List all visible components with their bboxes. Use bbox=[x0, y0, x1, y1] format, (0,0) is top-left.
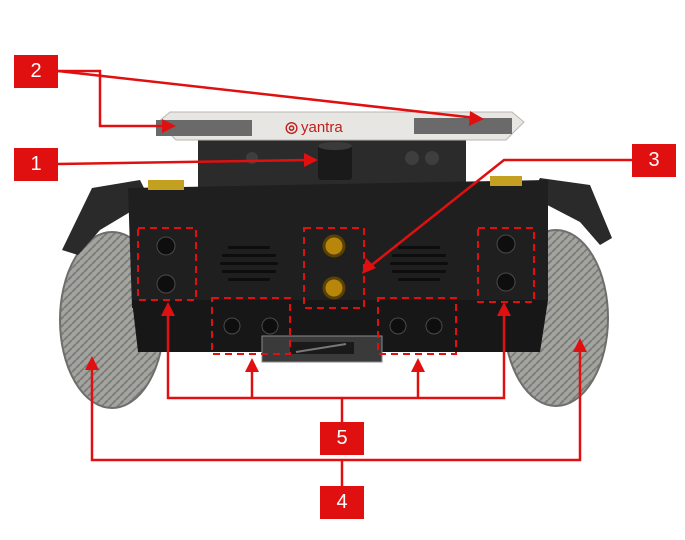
brand-logo: ◎ bbox=[285, 119, 298, 136]
robot-illustration: ◎ yantra bbox=[57, 69, 632, 486]
callout-1: 1 bbox=[14, 148, 58, 181]
callout-3: 3 bbox=[632, 144, 676, 177]
callout-2: 2 bbox=[14, 55, 58, 88]
annotated-diagram: ◎ yantra 2 1 3 5 4 bbox=[0, 0, 685, 540]
callout-4: 4 bbox=[320, 486, 364, 519]
callout-5: 5 bbox=[320, 422, 364, 455]
brand-logo-text: yantra bbox=[301, 119, 343, 136]
right-bracket bbox=[414, 118, 512, 134]
